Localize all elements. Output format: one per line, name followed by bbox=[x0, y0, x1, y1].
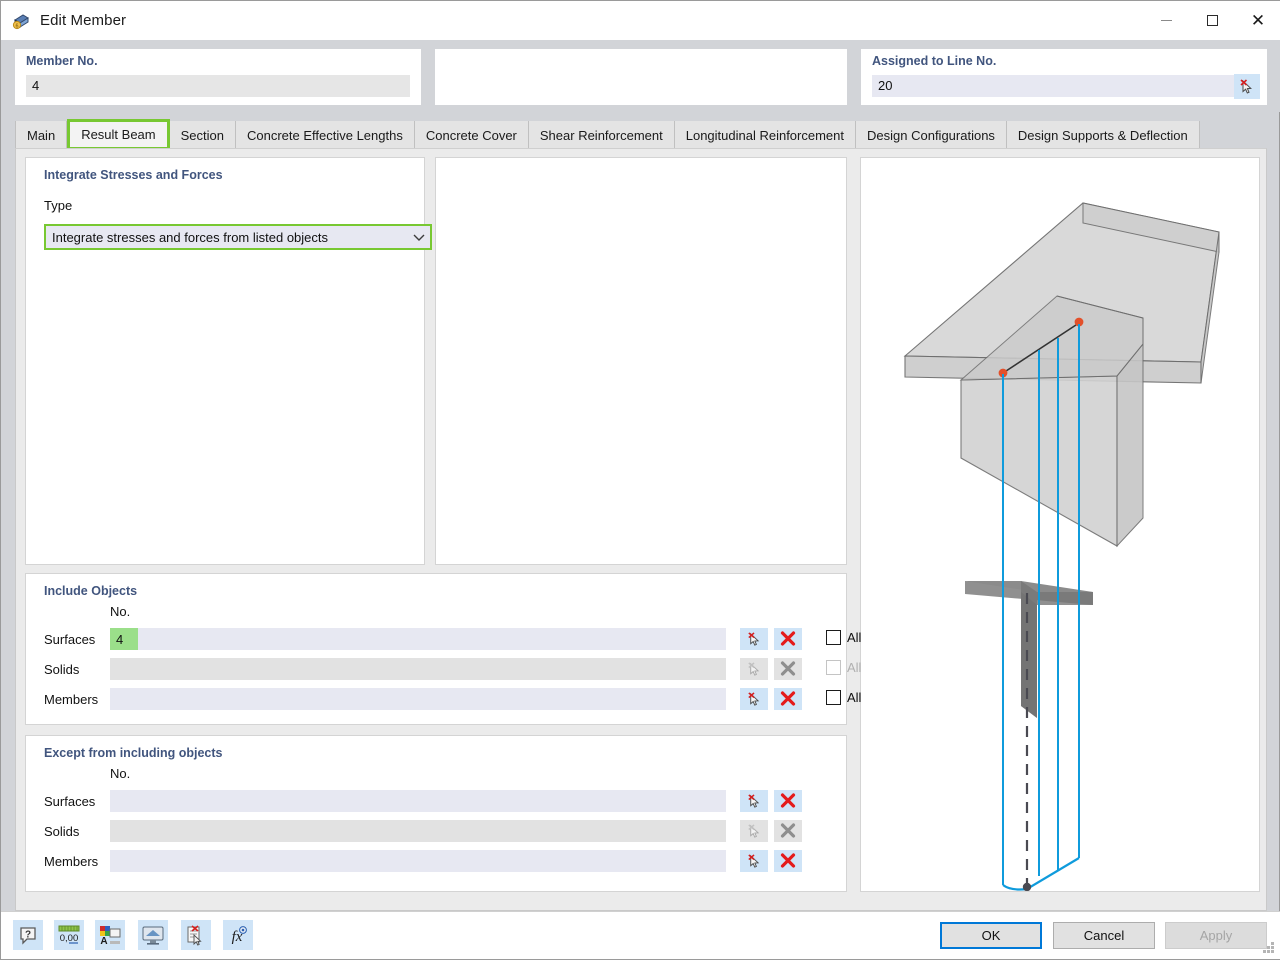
tab-design-supports-deflection[interactable]: Design Supports & Deflection bbox=[1006, 121, 1200, 149]
include-surfaces-all-label: All bbox=[847, 630, 862, 645]
include-members-all-checkbox[interactable]: All bbox=[826, 690, 861, 705]
minimize-icon[interactable] bbox=[1143, 1, 1189, 40]
except-surfaces-pick-icon[interactable] bbox=[740, 790, 768, 812]
integrate-stresses-panel: Integrate Stresses and Forces Type Integ… bbox=[25, 157, 432, 565]
svg-text:0,00: 0,00 bbox=[60, 933, 79, 944]
include-members-clear-icon[interactable] bbox=[774, 688, 802, 710]
checkbox-box bbox=[826, 660, 841, 675]
delete-document-icon[interactable] bbox=[181, 920, 211, 950]
t-beam-result-beam-3d bbox=[903, 202, 1220, 891]
checkbox-box bbox=[826, 690, 841, 705]
except-solids-input bbox=[110, 820, 726, 842]
number-format-icon[interactable]: 0,00 bbox=[54, 920, 84, 950]
except-surfaces-input[interactable] bbox=[110, 790, 726, 812]
window-title: Edit Member bbox=[40, 12, 127, 29]
except-row-members: Members bbox=[44, 850, 844, 872]
help-icon[interactable]: ? bbox=[13, 920, 43, 950]
header-middle-group bbox=[435, 49, 847, 105]
tab-strip: Main Result Beam Section Concrete Effect… bbox=[15, 119, 1267, 150]
tab-concrete-cover[interactable]: Concrete Cover bbox=[414, 121, 529, 149]
include-row-surfaces: Surfaces 4 All bbox=[44, 628, 861, 650]
edit-member-dialog: 6 Edit Member ✕ Member No. 4 Assigned to… bbox=[0, 0, 1280, 960]
include-objects-panel: Include Objects No. Surfaces 4 All Solid… bbox=[25, 573, 861, 725]
except-members-pick-icon[interactable] bbox=[740, 850, 768, 872]
except-members-input[interactable] bbox=[110, 850, 726, 872]
window-controls: ✕ bbox=[1143, 1, 1280, 40]
include-members-all-label: All bbox=[847, 690, 862, 705]
include-solids-all-label: All bbox=[847, 660, 862, 675]
assigned-line-group: Assigned to Line No. 20 bbox=[861, 49, 1267, 105]
member-no-group: Member No. 4 bbox=[15, 49, 421, 105]
middle-empty-panel bbox=[435, 157, 847, 565]
select-pick-icon[interactable] bbox=[1234, 74, 1260, 99]
include-surfaces-pick-icon[interactable] bbox=[740, 628, 768, 650]
svg-text:A: A bbox=[100, 936, 107, 946]
except-surfaces-label: Surfaces bbox=[44, 793, 96, 809]
include-objects-title: Include Objects bbox=[44, 584, 138, 598]
except-col-no: No. bbox=[110, 766, 131, 781]
text-color-icon[interactable]: A bbox=[95, 920, 125, 950]
type-label: Type bbox=[44, 198, 73, 213]
except-members-clear-icon[interactable] bbox=[774, 850, 802, 872]
include-solids-pick-icon bbox=[740, 658, 768, 680]
include-solids-input bbox=[110, 658, 726, 680]
except-solids-clear-icon bbox=[774, 820, 802, 842]
include-surfaces-clear-icon[interactable] bbox=[774, 628, 802, 650]
ok-button[interactable]: OK bbox=[940, 922, 1042, 949]
member-icon: 6 bbox=[11, 11, 31, 31]
except-objects-panel: Except from including objects No. Surfac… bbox=[25, 735, 847, 892]
assigned-line-label: Assigned to Line No. bbox=[872, 54, 997, 68]
tab-shear-reinforcement[interactable]: Shear Reinforcement bbox=[528, 121, 675, 149]
except-solids-label: Solids bbox=[44, 823, 80, 839]
include-col-no: No. bbox=[110, 604, 131, 619]
integrate-section-title: Integrate Stresses and Forces bbox=[44, 168, 223, 182]
include-surfaces-value: 4 bbox=[110, 628, 138, 650]
except-row-solids: Solids bbox=[44, 820, 844, 842]
except-row-surfaces: Surfaces bbox=[44, 790, 844, 812]
display-properties-icon[interactable] bbox=[138, 920, 168, 950]
include-solids-label: Solids bbox=[44, 661, 80, 677]
except-objects-title: Except from including objects bbox=[44, 746, 223, 760]
tab-design-configurations[interactable]: Design Configurations bbox=[856, 121, 1007, 149]
include-members-pick-icon[interactable] bbox=[740, 688, 768, 710]
tab-result-beam[interactable]: Result Beam bbox=[67, 119, 170, 150]
svg-text:?: ? bbox=[25, 930, 31, 941]
svg-text:6: 6 bbox=[16, 23, 19, 29]
header-row: Member No. 4 Assigned to Line No. 20 bbox=[1, 40, 1280, 112]
include-solids-all-checkbox: All bbox=[826, 660, 861, 675]
except-members-label: Members bbox=[44, 853, 99, 869]
member-no-input[interactable]: 4 bbox=[26, 75, 410, 97]
member-no-label: Member No. bbox=[26, 54, 98, 68]
except-surfaces-clear-icon[interactable] bbox=[774, 790, 802, 812]
include-members-input[interactable] bbox=[110, 688, 726, 710]
include-row-solids: Solids All bbox=[44, 658, 861, 680]
tab-main[interactable]: Main bbox=[15, 121, 68, 149]
include-solids-clear-icon bbox=[774, 658, 802, 680]
tab-panel-result-beam: Integrate Stresses and Forces Type Integ… bbox=[15, 148, 1267, 911]
formula-fx-icon[interactable]: fx bbox=[223, 920, 253, 950]
chevron-down-icon bbox=[408, 233, 430, 242]
resize-grip[interactable] bbox=[1263, 942, 1275, 954]
cancel-button[interactable]: Cancel bbox=[1053, 922, 1155, 949]
include-surfaces-label: Surfaces bbox=[44, 631, 96, 647]
title-bar: 6 Edit Member ✕ bbox=[1, 1, 1280, 40]
include-surfaces-input[interactable]: 4 bbox=[110, 628, 726, 650]
bottom-bar: ? 0,00 A fx OK Cancel Apply bbox=[1, 911, 1280, 959]
preview-panel[interactable] bbox=[860, 157, 1260, 892]
except-solids-pick-icon bbox=[740, 820, 768, 842]
include-surfaces-all-checkbox[interactable]: All bbox=[826, 630, 861, 645]
assigned-line-input[interactable]: 20 bbox=[872, 75, 1234, 97]
maximize-icon[interactable] bbox=[1189, 1, 1235, 40]
close-icon[interactable]: ✕ bbox=[1235, 1, 1280, 40]
tab-concrete-effective-lengths[interactable]: Concrete Effective Lengths bbox=[235, 121, 415, 149]
checkbox-box bbox=[826, 630, 841, 645]
tab-section[interactable]: Section bbox=[169, 121, 236, 149]
include-row-members: Members All bbox=[44, 688, 861, 710]
apply-button: Apply bbox=[1165, 922, 1267, 949]
include-members-label: Members bbox=[44, 691, 99, 707]
tab-longitudinal-reinforcement[interactable]: Longitudinal Reinforcement bbox=[674, 121, 857, 149]
type-dropdown[interactable]: Integrate stresses and forces from liste… bbox=[44, 224, 432, 250]
type-dropdown-value: Integrate stresses and forces from liste… bbox=[52, 229, 329, 245]
